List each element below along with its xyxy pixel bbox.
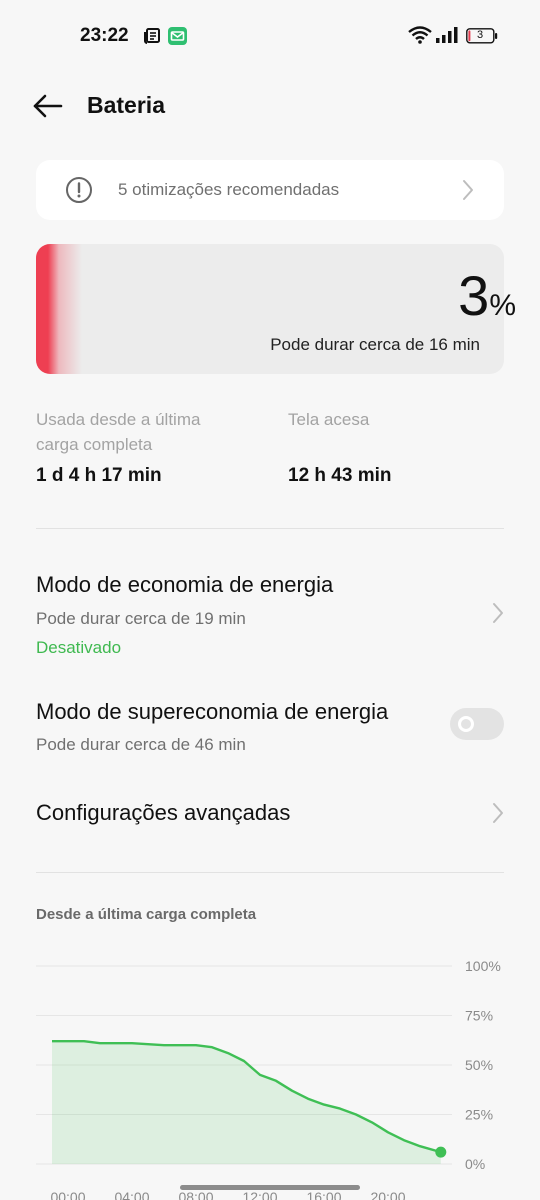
super-saving-subtitle: Pode durar cerca de 46 min: [36, 735, 246, 754]
usage-since-label-line2: carga completa: [36, 435, 153, 454]
battery-percentage: 3%: [458, 268, 516, 324]
optimizations-text: 5 otimizações recomendadas: [118, 180, 340, 199]
status-time: 23:22: [80, 25, 129, 46]
wifi-icon: [408, 26, 432, 44]
power-saving-row[interactable]: Modo de economia de energia Pode durar c…: [0, 560, 540, 670]
battery-estimate: Pode durar cerca de 16 min: [270, 335, 480, 354]
usage-since-label: Usada desde a última carga completa: [36, 407, 200, 457]
y-tick-label: 50%: [465, 1057, 493, 1073]
power-saving-title: Modo de economia de energia: [36, 572, 334, 597]
x-tick-label: 20:00: [370, 1189, 405, 1200]
battery-percent-sign: %: [489, 289, 516, 322]
super-saving-title: Modo de supereconomia de energia: [36, 699, 389, 724]
toggle-knob: [458, 716, 474, 732]
usage-since-label-line1: Usada desde a última: [36, 410, 201, 429]
advanced-settings-row[interactable]: Configurações avançadas: [0, 790, 540, 840]
super-saving-toggle[interactable]: [450, 708, 504, 740]
info-exclamation-icon: [66, 177, 92, 203]
x-tick-label: 00:00: [50, 1189, 85, 1200]
battery-area: [52, 1041, 441, 1164]
power-saving-subtitle: Pode durar cerca de 19 min: [36, 609, 246, 628]
section-divider: [36, 528, 504, 529]
y-tick-label: 75%: [465, 1008, 493, 1024]
chevron-right-icon: [493, 603, 503, 623]
chart-title: Desde a última carga completa: [36, 906, 257, 923]
x-tick-label: 08:00: [178, 1189, 213, 1200]
x-tick-label: 12:00: [242, 1189, 277, 1200]
mail-icon: [168, 27, 187, 45]
y-tick-label: 25%: [465, 1107, 493, 1123]
x-tick-label: 04:00: [114, 1189, 149, 1200]
battery-level-fill: [36, 244, 83, 374]
y-tick-label: 100%: [465, 958, 501, 974]
battery-percent-value: 3: [458, 264, 490, 327]
advanced-settings-title: Configurações avançadas: [36, 800, 291, 825]
page-title: Bateria: [87, 92, 165, 118]
section-divider: [36, 872, 504, 873]
home-indicator[interactable]: [180, 1185, 360, 1190]
news-icon: [144, 28, 160, 44]
screen-on-label: Tela acesa: [288, 410, 370, 429]
signal-icon: [436, 27, 458, 43]
battery-level-text: 3: [476, 29, 484, 41]
usage-since-value: 1 d 4 h 17 min: [36, 465, 162, 486]
x-tick-label: 16:00: [306, 1189, 341, 1200]
screen-on-value: 12 h 43 min: [288, 465, 392, 486]
power-saving-status: Desativado: [36, 638, 122, 657]
chevron-right-icon: [493, 803, 503, 823]
chevron-right-icon: [463, 180, 473, 200]
battery-history-chart: 100% 75% 50% 25% 0% 00:00 04:00 08:00 12:00 16:00…: [36, 958, 501, 1200]
optimizations-card[interactable]: 5 otimizações recomendadas: [36, 160, 504, 220]
back-arrow-icon[interactable]: [32, 92, 64, 120]
y-tick-label: 0%: [465, 1156, 485, 1172]
current-level-point: [435, 1146, 447, 1158]
status-bar: 23:22 3: [0, 0, 540, 72]
